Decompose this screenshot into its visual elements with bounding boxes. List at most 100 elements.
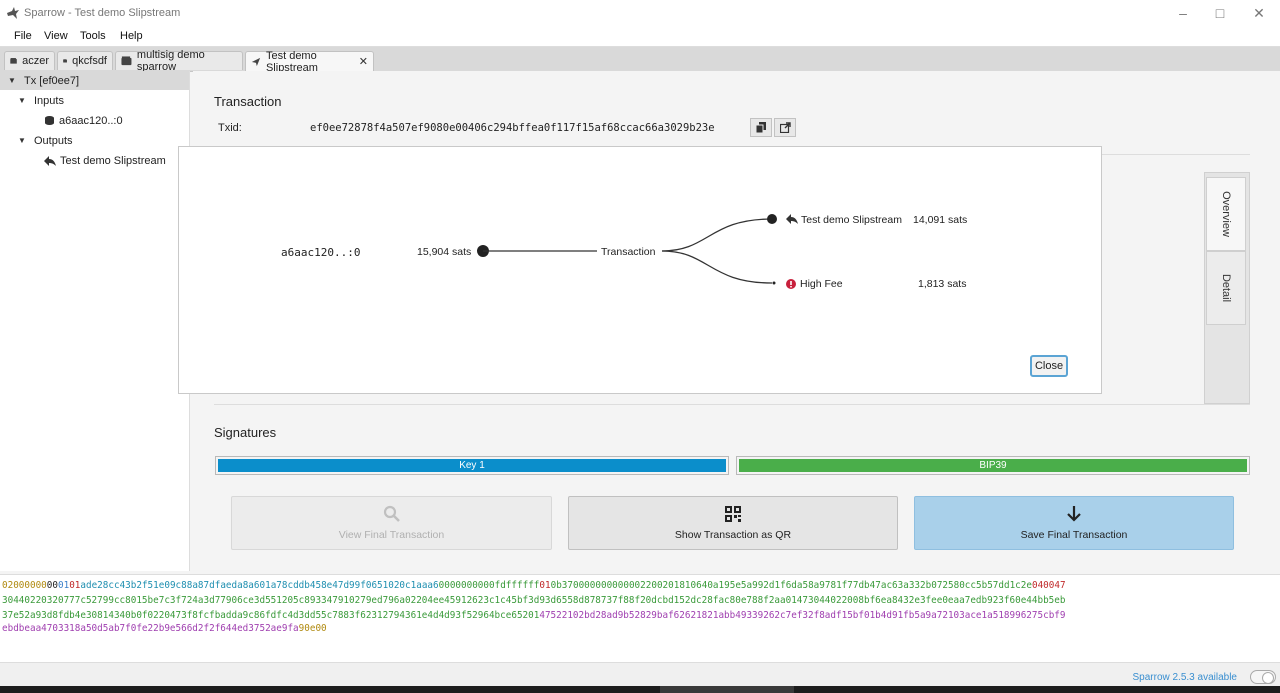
- hex-segment: 00: [46, 580, 58, 591]
- tree-root[interactable]: ▼ Tx [ef0ee7]: [0, 71, 189, 90]
- hex-segment: 37e52a93d8fdb4e30814340b0f0220473f8fcfba…: [2, 610, 540, 621]
- send-icon: [251, 57, 261, 66]
- signature-key1-bar: Key 1: [215, 456, 729, 475]
- tree-inputs[interactable]: ▼ Inputs: [0, 91, 189, 110]
- external-link-icon: [779, 122, 791, 133]
- hex-segment: 90e00: [298, 623, 327, 634]
- tab-label: Test demo Slipstream: [265, 49, 318, 74]
- signature-key2-bar: BIP39: [736, 456, 1250, 475]
- transaction-hex-view: 02000000000101ade28cc43b2f51e09c88a87dfa…: [0, 574, 1280, 663]
- tab-detail[interactable]: Detail: [1206, 251, 1246, 325]
- hex-segment: 0b37000000000000: [550, 580, 641, 591]
- tab-bar: aczer qkcfsdf multisig demo sparrow Test…: [0, 47, 1280, 74]
- tree-input-item[interactable]: a6aac120..:0: [0, 111, 189, 130]
- collapse-arrow-icon[interactable]: ▼: [18, 136, 26, 145]
- coins-icon: [45, 116, 54, 125]
- wallet-icon: [10, 58, 17, 64]
- search-icon: [383, 505, 400, 522]
- save-final-label: Save Final Transaction: [1020, 529, 1128, 541]
- maximize-button[interactable]: □: [1212, 5, 1228, 21]
- sparrow-logo-icon: [7, 7, 19, 19]
- copy-icon: [755, 122, 766, 133]
- menu-view[interactable]: View: [44, 30, 68, 42]
- hex-line-1: 02000000000101ade28cc43b2f51e09c88a87dfa…: [2, 580, 1066, 591]
- tree-output-item[interactable]: Test demo Slipstream: [0, 151, 189, 170]
- tab-test-demo-slipstream[interactable]: Test demo Slipstream ✕: [245, 49, 374, 74]
- view-final-transaction-button[interactable]: View Final Transaction: [231, 496, 552, 550]
- tab-overview-label: Overview: [1220, 191, 1232, 237]
- reply-arrow-icon: [786, 214, 798, 224]
- tab-detail-label: Detail: [1220, 273, 1232, 303]
- menu-tools[interactable]: Tools: [80, 30, 106, 42]
- menu-file[interactable]: File: [14, 30, 32, 42]
- hex-segment: 47522102bd28ad9b52829baf62621821abb49339…: [539, 610, 1066, 621]
- reply-arrow-icon: [44, 155, 56, 166]
- signature-key2-label: BIP39: [979, 460, 1007, 471]
- title-bar: Sparrow - Test demo Slipstream – □ ✕: [0, 0, 1280, 27]
- taskbar-item: [660, 686, 794, 693]
- transaction-title: Transaction: [214, 94, 282, 109]
- wallet-icon: [121, 56, 132, 66]
- diagram-lines: [477, 214, 777, 285]
- diagram-output1-label: Test demo Slipstream: [801, 214, 902, 226]
- hex-segment: 01: [539, 580, 551, 591]
- tab-label: aczer: [22, 55, 49, 67]
- hex-line-3: 37e52a93d8fdb4e30814340b0f0220473f8fcfba…: [2, 610, 1065, 621]
- copy-txid-button[interactable]: [750, 118, 772, 137]
- tree-root-label: Tx [ef0ee7]: [24, 74, 80, 87]
- txid-value: ef0ee72878f4a507ef9080e00406c294bffea0f1…: [310, 122, 715, 134]
- hex-segment: 01: [69, 580, 81, 591]
- hex-segment: 01: [57, 580, 70, 591]
- tree-output-label: Test demo Slipstream: [60, 154, 166, 167]
- diagram-center-label: Transaction: [601, 246, 656, 258]
- diagram-output1-amount: 14,091 sats: [913, 214, 968, 226]
- hex-line-4: ebdbeaa4703318a50d5ab7f0fe22b9e566d2f2f6…: [2, 623, 327, 634]
- signatures-title: Signatures: [214, 425, 277, 440]
- signature-key1-label: Key 1: [459, 460, 485, 471]
- wallet-icon: [63, 59, 67, 63]
- close-dialog-button[interactable]: Close: [1030, 355, 1068, 377]
- hex-line-2: 30440220320777c52799cc8015be7c3f724a3d77…: [2, 595, 1066, 606]
- tree-outputs[interactable]: ▼ Outputs: [0, 131, 189, 150]
- hex-segment: 40a195e5a992d1f6da58a9781f77db47ac63a332…: [701, 580, 1032, 591]
- tab-label: multisig demo sparrow: [136, 49, 205, 73]
- tab-multisig-demo-sparrow[interactable]: multisig demo sparrow: [115, 49, 243, 73]
- divider: [214, 404, 1250, 405]
- collapse-arrow-icon[interactable]: ▼: [18, 96, 26, 105]
- hex-segment: 02000000: [2, 580, 47, 591]
- window-title: Sparrow - Test demo Slipstream: [24, 7, 181, 19]
- tab-close-icon[interactable]: ✕: [359, 55, 368, 68]
- transaction-diagram-dialog: a6aac120..:0 15,904 sats Transaction Tes…: [178, 146, 1102, 394]
- update-available-link[interactable]: Sparrow 2.5.3 available: [1132, 672, 1237, 683]
- transaction-tree: ▼ Tx [ef0ee7] ▼ Inputs a6aac120..:0 ▼ Ou…: [0, 71, 190, 571]
- tab-aczer[interactable]: aczer: [4, 51, 55, 70]
- toggle-knob: [1262, 672, 1274, 684]
- hex-segment: 040047: [1031, 580, 1066, 591]
- status-bar: Sparrow 2.5.3 available: [0, 662, 1280, 687]
- tab-qkcfsdf[interactable]: qkcfsdf: [57, 51, 113, 70]
- show-transaction-qr-button[interactable]: Show Transaction as QR: [568, 496, 898, 550]
- tree-inputs-label: Inputs: [34, 94, 64, 107]
- minimize-button[interactable]: –: [1175, 5, 1191, 21]
- hex-segment: fdffffff: [494, 580, 540, 591]
- save-final-transaction-button[interactable]: Save Final Transaction: [914, 496, 1234, 550]
- view-final-label: View Final Transaction: [338, 529, 445, 541]
- menu-bar: File View Tools Help: [0, 27, 1280, 47]
- txid-label: Txid:: [218, 122, 242, 134]
- show-qr-label: Show Transaction as QR: [674, 529, 792, 541]
- tree-outputs-label: Outputs: [34, 134, 73, 147]
- hex-segment: ebdbeaa4703318a50d5ab7f0fe22b9e566d2f2f6…: [2, 623, 299, 634]
- arrow-down-icon: [1067, 506, 1081, 522]
- hex-segment: 22002018106: [640, 580, 702, 591]
- tab-overview[interactable]: Overview: [1206, 177, 1246, 251]
- open-external-button[interactable]: [774, 118, 796, 137]
- hex-segment: ade28cc43b2f51e09c88a87dfaeda8a601a78cdd…: [80, 580, 439, 591]
- menu-help[interactable]: Help: [120, 30, 143, 42]
- warning-icon: [786, 279, 796, 289]
- collapse-arrow-icon[interactable]: ▼: [8, 76, 16, 85]
- tab-label: qkcfsdf: [72, 55, 107, 67]
- server-toggle[interactable]: [1250, 670, 1276, 684]
- diagram-output2-label: High Fee: [800, 278, 843, 290]
- close-window-button[interactable]: ✕: [1251, 5, 1267, 21]
- qr-code-icon: [725, 506, 741, 522]
